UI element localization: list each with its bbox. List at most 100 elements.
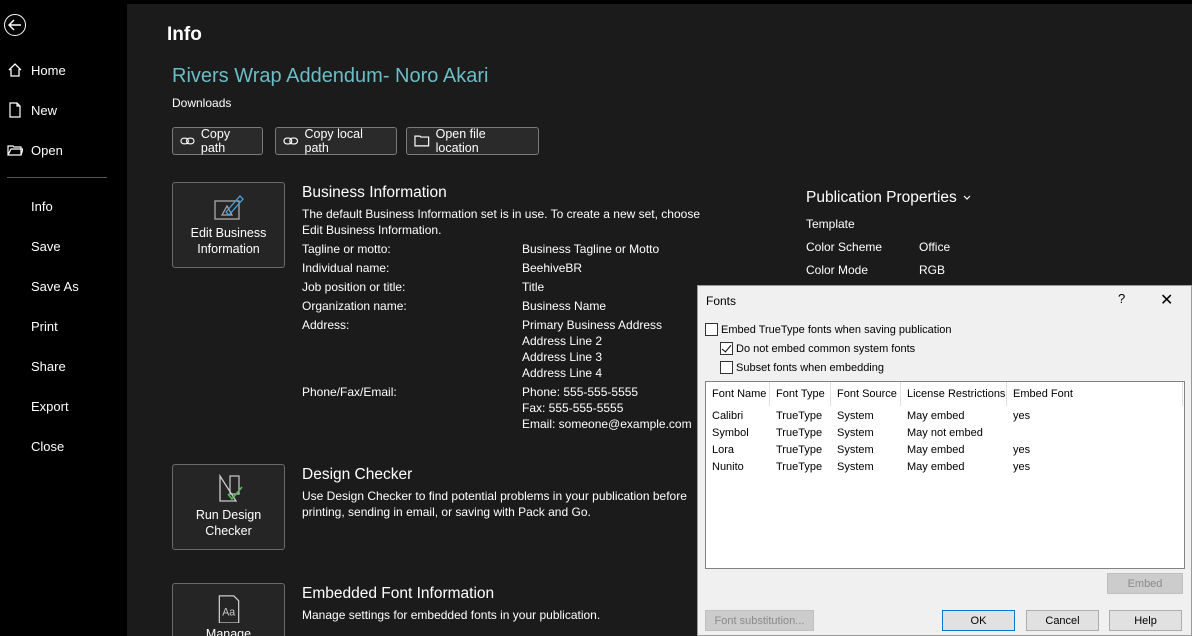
close-icon[interactable]: ✕ xyxy=(1160,290,1173,310)
embed-truetype-checkbox[interactable] xyxy=(705,323,718,336)
publication-properties-dropdown[interactable]: Publication Properties xyxy=(806,189,971,207)
field-value-address-2: Address Line 2 xyxy=(522,334,603,348)
publication-properties-title: Publication Properties xyxy=(806,189,957,206)
backstage-sidebar: Home New Open Info Save Save As Print Sh… xyxy=(0,0,127,636)
nav-open-label: Open xyxy=(31,142,63,158)
field-value-email: Email: someone@example.com xyxy=(522,417,692,431)
prop-label-template: Template xyxy=(806,217,855,231)
field-value-tagline: Business Tagline or Motto xyxy=(522,242,660,256)
business-info-heading: Business Information xyxy=(302,184,447,201)
nav-save-as[interactable]: Save As xyxy=(0,269,127,303)
field-value-individual: BeehiveBR xyxy=(522,261,583,275)
back-arrow-icon[interactable] xyxy=(4,14,26,36)
home-icon xyxy=(8,63,22,77)
manage-fonts-label: Manage xyxy=(205,627,252,636)
no-embed-system-checkbox[interactable] xyxy=(720,342,733,355)
no-embed-system-option[interactable]: Do not embed common system fonts xyxy=(720,342,915,355)
field-value-fax: Fax: 555-555-5555 xyxy=(522,401,624,415)
nav-print-label: Print xyxy=(31,318,58,334)
no-embed-system-label: Do not embed common system fonts xyxy=(736,342,916,355)
font-row-type: TrueType xyxy=(776,427,823,439)
subset-fonts-checkbox[interactable] xyxy=(720,361,733,374)
run-design-checker-label: Run Design Checker xyxy=(195,508,262,538)
business-card-edit-icon xyxy=(213,195,244,220)
font-row-source: System xyxy=(837,444,874,456)
font-row-license: May embed xyxy=(907,461,965,473)
help-icon[interactable]: ? xyxy=(1118,291,1125,306)
nav-share[interactable]: Share xyxy=(0,349,127,383)
col-header-font-type[interactable]: Font Type xyxy=(770,382,831,406)
prop-label-color-mode: Color Mode xyxy=(806,263,869,277)
font-file-icon: Aa xyxy=(218,595,239,623)
nav-export-label: Export xyxy=(31,398,69,414)
font-row-embed: yes xyxy=(1013,410,1031,422)
subset-fonts-label: Subset fonts when embedding xyxy=(736,361,884,374)
nav-print[interactable]: Print xyxy=(0,309,127,343)
col-header-font-source[interactable]: Font Source xyxy=(831,382,901,406)
fonts-dialog: Fonts ? ✕ Embed TrueType fonts when savi… xyxy=(697,285,1192,636)
font-row-name[interactable]: Lora xyxy=(712,444,734,456)
prop-value-color-scheme: Office xyxy=(919,240,951,254)
nav-export[interactable]: Export xyxy=(0,389,127,423)
copy-path-button[interactable]: Copy path xyxy=(172,127,263,155)
field-value-phone: Phone: 555-555-5555 xyxy=(522,385,639,399)
edit-business-info-label: Edit Business Information xyxy=(190,226,267,256)
nav-home[interactable]: Home xyxy=(0,53,127,87)
font-row-license: May embed xyxy=(907,410,965,422)
font-row-type: TrueType xyxy=(776,410,823,422)
nav-divider xyxy=(7,177,107,178)
font-row-license: May not embed xyxy=(907,427,983,439)
ok-button[interactable]: OK xyxy=(942,610,1015,631)
page-title: Info xyxy=(167,24,202,45)
design-checker-heading: Design Checker xyxy=(302,466,413,483)
nav-open[interactable]: Open xyxy=(0,133,127,167)
font-row-embed: yes xyxy=(1013,461,1031,473)
field-label-job: Job position or title: xyxy=(302,280,406,294)
embed-button[interactable]: Embed xyxy=(1107,573,1183,594)
font-row-name[interactable]: Nunito xyxy=(712,461,744,473)
nav-info[interactable]: Info xyxy=(0,189,127,223)
design-checker-icon xyxy=(218,474,243,502)
cancel-button[interactable]: Cancel xyxy=(1026,610,1099,631)
nav-close-label: Close xyxy=(31,438,65,454)
folder-icon xyxy=(414,135,430,147)
fonts-list[interactable]: Font Name Font Type Font Source License … xyxy=(705,381,1185,569)
run-design-checker-button[interactable]: Run Design Checker xyxy=(172,464,285,550)
svg-text:Aa: Aa xyxy=(222,606,235,618)
col-header-license[interactable]: License Restrictions xyxy=(901,382,1007,406)
open-file-location-label: Open file location xyxy=(435,127,486,155)
embed-truetype-option[interactable]: Embed TrueType fonts when saving publica… xyxy=(705,323,952,336)
prop-label-color-scheme: Color Scheme xyxy=(806,240,883,254)
nav-new[interactable]: New xyxy=(0,93,127,127)
open-folder-icon xyxy=(7,145,23,156)
document-location: Downloads xyxy=(172,96,232,110)
font-row-name[interactable]: Symbol xyxy=(712,427,749,439)
font-row-name[interactable]: Calibri xyxy=(712,410,743,422)
help-button[interactable]: Help xyxy=(1109,610,1182,631)
field-value-organization: Business Name xyxy=(522,299,607,313)
col-header-font-name[interactable]: Font Name xyxy=(706,382,770,406)
nav-share-label: Share xyxy=(31,358,66,374)
font-row-source: System xyxy=(837,461,874,473)
embedded-fonts-description: Manage settings for embedded fonts in yo… xyxy=(302,608,601,622)
link-icon xyxy=(180,137,195,145)
business-info-description: The default Business Information set is … xyxy=(302,207,700,237)
manage-fonts-button[interactable]: Aa Manage xyxy=(172,583,285,636)
embed-truetype-label: Embed TrueType fonts when saving publica… xyxy=(721,323,952,336)
nav-save[interactable]: Save xyxy=(0,229,127,263)
col-header-embed-font[interactable]: Embed Font xyxy=(1007,382,1183,406)
field-label-individual: Individual name: xyxy=(302,261,390,275)
font-row-type: TrueType xyxy=(776,461,823,473)
font-substitution-button[interactable]: Font substitution... xyxy=(705,610,814,631)
link-icon xyxy=(283,137,299,145)
subset-fonts-option[interactable]: Subset fonts when embedding xyxy=(720,361,884,374)
copy-local-path-button[interactable]: Copy local path xyxy=(275,127,397,155)
font-row-source: System xyxy=(837,427,874,439)
open-file-location-button[interactable]: Open file location xyxy=(406,127,539,155)
font-row-source: System xyxy=(837,410,874,422)
edit-business-info-button[interactable]: Edit Business Information xyxy=(172,182,285,268)
copy-local-path-label: Copy local path xyxy=(304,127,363,155)
nav-save-as-label: Save As xyxy=(31,278,79,294)
field-label-tagline: Tagline or motto: xyxy=(302,242,391,256)
nav-close[interactable]: Close xyxy=(0,429,127,463)
